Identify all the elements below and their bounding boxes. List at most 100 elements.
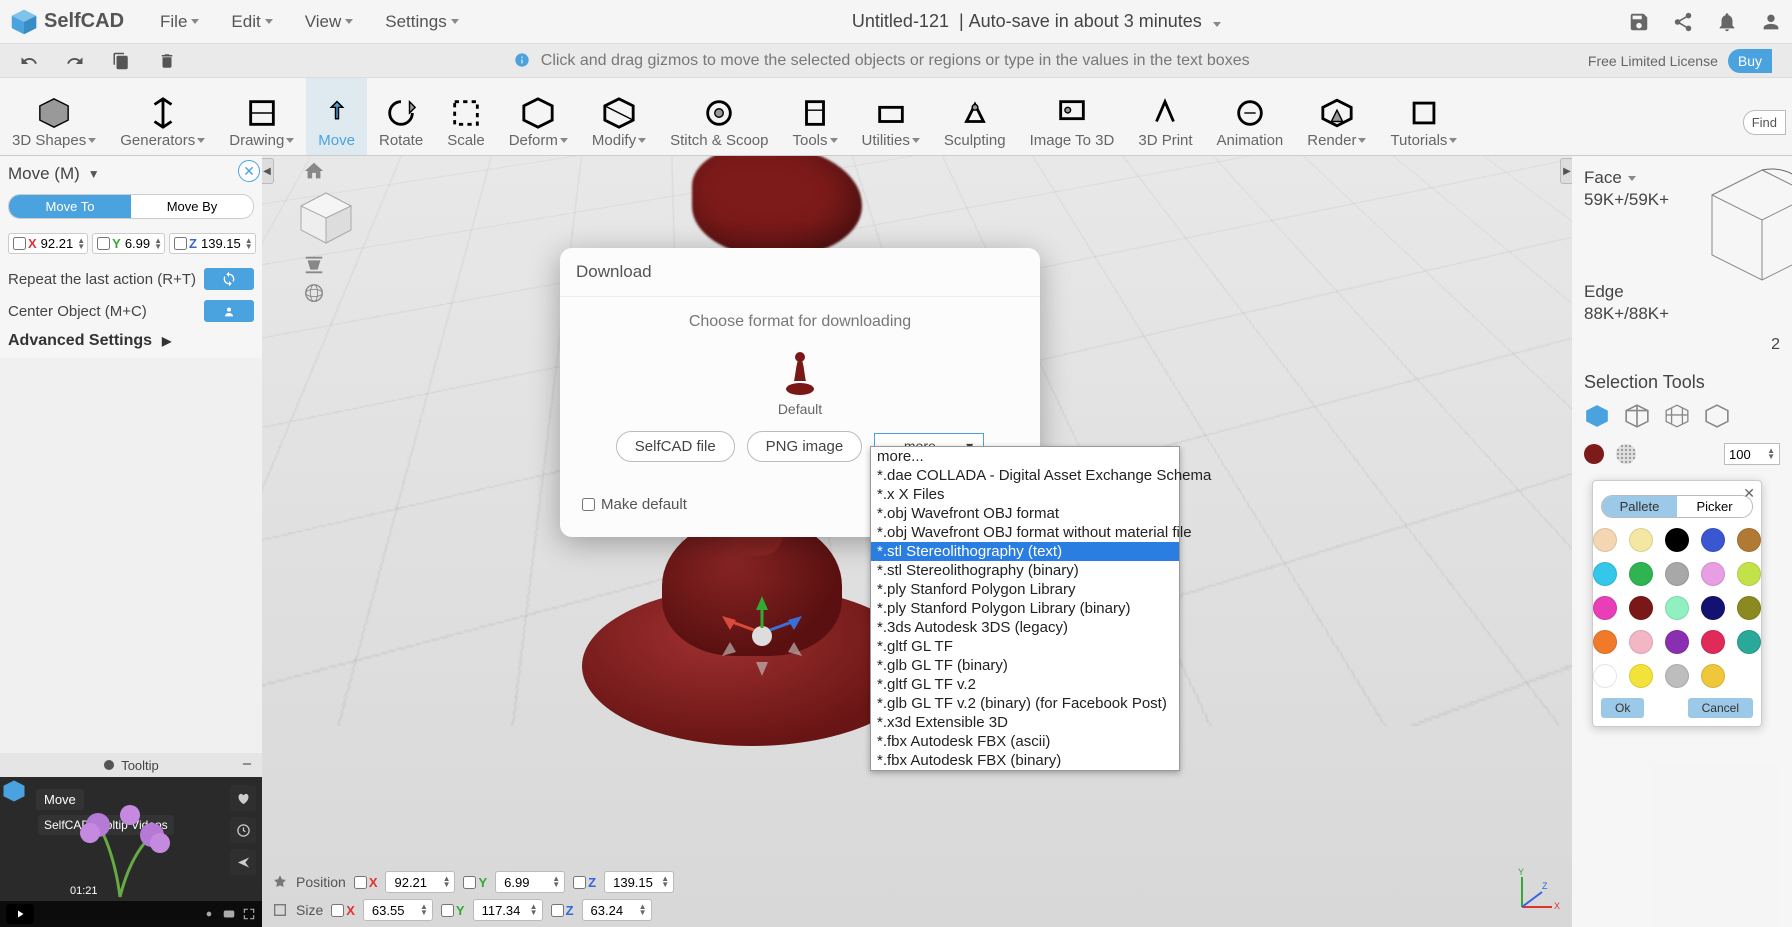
- watch-later-icon[interactable]: [230, 817, 256, 843]
- color-swatch[interactable]: [1593, 562, 1617, 586]
- format-option[interactable]: *.fbx Autodesk FBX (binary): [871, 751, 1179, 770]
- tool-drawing[interactable]: Drawing: [217, 78, 306, 155]
- tool-utilities[interactable]: Utilities: [850, 78, 932, 155]
- color-swatch[interactable]: [1701, 664, 1725, 688]
- grid-select-icon[interactable]: [1664, 403, 1690, 429]
- copy-icon[interactable]: [112, 52, 130, 70]
- panel-close-icon[interactable]: ✕: [238, 160, 260, 182]
- color-swatch[interactable]: [1665, 596, 1689, 620]
- color-swatch[interactable]: [1629, 630, 1653, 654]
- globe-icon[interactable]: [303, 282, 325, 304]
- color-swatch[interactable]: [1737, 528, 1761, 552]
- home-view-icon[interactable]: [303, 160, 325, 182]
- tool-render[interactable]: Render: [1295, 78, 1378, 155]
- like-icon[interactable]: [230, 785, 256, 811]
- format-option[interactable]: *.3ds Autodesk 3DS (legacy): [871, 618, 1179, 637]
- menu-settings[interactable]: Settings: [369, 12, 474, 32]
- tool-move[interactable]: Move: [306, 78, 367, 155]
- tool-tools[interactable]: Tools: [780, 78, 849, 155]
- delete-icon[interactable]: [158, 52, 176, 70]
- color-swatch[interactable]: [1701, 562, 1725, 586]
- color-swatch[interactable]: [1665, 528, 1689, 552]
- format-option[interactable]: more...: [871, 447, 1179, 466]
- format-option[interactable]: *.obj Wavefront OBJ format without mater…: [871, 523, 1179, 542]
- make-default-checkbox[interactable]: Make default: [582, 496, 687, 513]
- play-button[interactable]: [6, 904, 34, 924]
- size-x[interactable]: 63.55▲▼: [363, 899, 433, 921]
- x-field[interactable]: X92.21▲▼: [8, 233, 88, 254]
- format-option[interactable]: *.x3d Extensible 3D: [871, 713, 1179, 732]
- repeat-button[interactable]: [204, 268, 254, 290]
- opacity-field[interactable]: 100▲▼: [1724, 443, 1780, 465]
- menu-edit[interactable]: Edit: [215, 12, 288, 32]
- palette-ok-button[interactable]: Ok: [1601, 698, 1644, 718]
- format-option[interactable]: *.glb GL TF v.2 (binary) (for Facebook P…: [871, 694, 1179, 713]
- palette-close-icon[interactable]: ✕: [1743, 485, 1755, 502]
- pos-z[interactable]: 139.15▲▼: [604, 871, 674, 893]
- color-swatch[interactable]: [1629, 664, 1653, 688]
- palette-cancel-button[interactable]: Cancel: [1688, 698, 1753, 718]
- tooltip-video[interactable]: Move SelfCAD Tooltip Videos 01:21: [0, 777, 262, 927]
- color-swatch[interactable]: [1629, 596, 1653, 620]
- size-z[interactable]: 63.24▲▼: [582, 899, 652, 921]
- format-option[interactable]: *.stl Stereolithography (binary): [871, 561, 1179, 580]
- youtube-icon[interactable]: [222, 907, 236, 921]
- tool-deform[interactable]: Deform: [497, 78, 580, 155]
- color-swatch[interactable]: [1665, 664, 1689, 688]
- advanced-toggle[interactable]: Advanced Settings ▶: [8, 332, 254, 350]
- palette-tab-picker[interactable]: Picker: [1677, 496, 1752, 517]
- format-option[interactable]: *.obj Wavefront OBJ format: [871, 504, 1179, 523]
- tool-tutorials[interactable]: Tutorials: [1378, 78, 1469, 155]
- color-swatch[interactable]: [1593, 596, 1617, 620]
- share-video-icon[interactable]: [230, 849, 256, 875]
- settings-icon[interactable]: [202, 907, 216, 921]
- tool-animation[interactable]: Animation: [1205, 78, 1296, 155]
- color-swatch[interactable]: [1701, 596, 1725, 620]
- tool-sculpting[interactable]: Sculpting: [932, 78, 1018, 155]
- material-color-swatch[interactable]: [1584, 444, 1604, 464]
- size-y[interactable]: 117.34▲▼: [473, 899, 543, 921]
- tool-modify[interactable]: Modify: [580, 78, 658, 155]
- move-by-tab[interactable]: Move By: [131, 195, 253, 218]
- save-icon[interactable]: [1628, 11, 1650, 33]
- cube-select-icon[interactable]: [1584, 403, 1610, 429]
- color-swatch[interactable]: [1593, 630, 1617, 654]
- undo-icon[interactable]: [20, 52, 38, 70]
- color-swatch[interactable]: [1665, 562, 1689, 586]
- menu-view[interactable]: View: [289, 12, 370, 32]
- color-swatch[interactable]: [1629, 528, 1653, 552]
- tool-stitch-scoop[interactable]: Stitch & Scoop: [658, 78, 780, 155]
- pos-y[interactable]: 6.99▲▼: [495, 871, 565, 893]
- format-option[interactable]: *.gltf GL TF v.2: [871, 675, 1179, 694]
- pos-x[interactable]: 92.21▲▼: [385, 871, 455, 893]
- tool-3d-print[interactable]: 3D Print: [1126, 78, 1204, 155]
- color-swatch[interactable]: [1593, 664, 1617, 688]
- perspective-icon[interactable]: [303, 254, 325, 276]
- tool-generators[interactable]: Generators: [108, 78, 217, 155]
- notifications-icon[interactable]: [1716, 11, 1738, 33]
- format-option[interactable]: *.dae COLLADA - Digital Asset Exchange S…: [871, 466, 1179, 485]
- material-wire-icon[interactable]: [1616, 444, 1636, 464]
- account-icon[interactable]: [1760, 11, 1782, 33]
- color-swatch[interactable]: [1629, 562, 1653, 586]
- format-option[interactable]: *.stl Stereolithography (text): [871, 542, 1179, 561]
- selfcad-file-button[interactable]: SelfCAD file: [616, 431, 735, 462]
- color-swatch[interactable]: [1701, 630, 1725, 654]
- buy-button[interactable]: Buy: [1728, 49, 1772, 73]
- minimize-icon[interactable]: [240, 757, 254, 771]
- color-swatch[interactable]: [1737, 596, 1761, 620]
- redo-icon[interactable]: [66, 52, 84, 70]
- find-button[interactable]: Find: [1743, 110, 1786, 135]
- color-swatch[interactable]: [1737, 630, 1761, 654]
- z-field[interactable]: Z139.15▲▼: [169, 233, 256, 254]
- outline-select-icon[interactable]: [1704, 403, 1730, 429]
- png-image-button[interactable]: PNG image: [747, 431, 863, 462]
- palette-tab-pallete[interactable]: Pallete: [1602, 496, 1677, 517]
- center-button[interactable]: [204, 300, 254, 322]
- color-swatch[interactable]: [1593, 528, 1617, 552]
- move-to-tab[interactable]: Move To: [9, 195, 131, 218]
- tool-rotate[interactable]: Rotate: [367, 78, 435, 155]
- wire-select-icon[interactable]: [1624, 403, 1650, 429]
- fullscreen-icon[interactable]: [242, 907, 256, 921]
- view-cube[interactable]: [296, 188, 356, 248]
